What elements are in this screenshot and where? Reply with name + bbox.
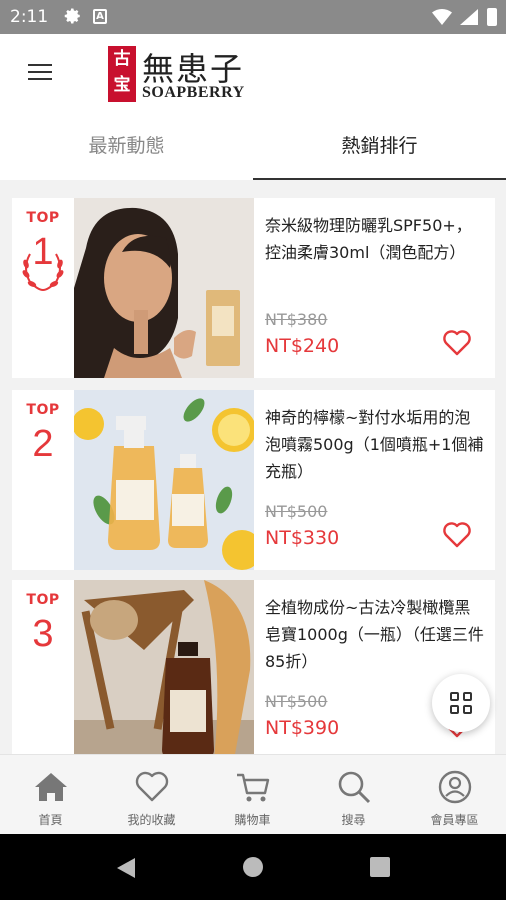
nav-member[interactable]: 會員專區 [404, 755, 505, 835]
gear-icon [64, 8, 80, 24]
product-ranking-list: TOP 1 奈米級物理防曬乳SPF50+，控油柔膚30ml（潤色配方） NT$3… [0, 180, 506, 754]
rank-badge: TOP 1 [12, 198, 74, 378]
menu-button[interactable] [28, 64, 52, 84]
product-title: 奈米級物理防曬乳SPF50+，控油柔膚30ml（潤色配方） [265, 216, 472, 262]
tab-bar: 最新動態 熱銷排行 [0, 120, 506, 180]
sale-price: NT$330 [265, 527, 340, 549]
favorite-heart-icon[interactable] [442, 520, 472, 550]
original-price: NT$500 [265, 502, 328, 521]
signal-icon [460, 9, 478, 25]
top-label: TOP [26, 210, 60, 226]
rank-badge: TOP 3 [12, 580, 74, 754]
tab-latest-news[interactable]: 最新動態 [0, 120, 253, 180]
hamburger-icon-bar [28, 71, 52, 73]
product-title: 神奇的檸檬~對付水垢用的泡泡噴霧500g（1個噴瓶+1個補充瓶） [265, 408, 484, 481]
status-bar: 2:11 A [0, 0, 506, 34]
sale-price: NT$390 [265, 717, 340, 739]
tab-best-sellers[interactable]: 熱銷排行 [253, 120, 506, 180]
recent-apps-icon[interactable] [370, 857, 390, 877]
laurel-wreath-icon [22, 253, 64, 291]
a-icon: A [93, 9, 107, 24]
top-label: TOP [26, 592, 60, 608]
original-price: NT$380 [265, 310, 328, 329]
logo-english-name: SOAPBERRY [142, 84, 245, 101]
product-image[interactable] [74, 390, 254, 570]
hamburger-icon [28, 64, 52, 66]
product-card[interactable]: TOP 3 全植物成份~古法冷製橄欖黑皂寶1000g（一瓶）（任選三件85折） … [12, 580, 495, 754]
battery-icon [487, 8, 497, 26]
logo-seal: 古宝 [108, 46, 136, 102]
back-icon[interactable] [115, 856, 137, 880]
rank-number: 3 [32, 613, 54, 655]
original-price: NT$500 [265, 692, 328, 711]
product-title: 全植物成份~古法冷製橄欖黑皂寶1000g（一瓶）（任選三件85折） [265, 598, 484, 671]
nav-label: 會員專區 [430, 813, 479, 827]
nav-home[interactable]: 首頁 [0, 755, 101, 835]
heart-icon [135, 771, 169, 802]
nav-search[interactable]: 搜尋 [303, 755, 404, 835]
cart-icon [237, 773, 270, 802]
top-label: TOP [26, 402, 60, 418]
product-image[interactable] [74, 198, 254, 378]
wifi-icon [432, 9, 452, 25]
product-image[interactable] [74, 580, 254, 754]
hamburger-icon-bar [28, 78, 52, 80]
bottom-navigation: 首頁 我的收藏 購物車 搜尋 會員專區 [0, 754, 506, 834]
nav-favorites[interactable]: 我的收藏 [101, 755, 202, 835]
product-card[interactable]: TOP 1 奈米級物理防曬乳SPF50+，控油柔膚30ml（潤色配方） NT$3… [12, 198, 495, 378]
nav-label: 首頁 [38, 813, 63, 827]
rank-number: 2 [32, 423, 54, 465]
category-grid-button[interactable] [432, 674, 490, 732]
user-icon [438, 770, 472, 804]
status-time: 2:11 [10, 7, 49, 27]
favorite-heart-icon[interactable] [442, 328, 472, 358]
nav-label: 購物車 [234, 813, 271, 827]
app-header: 古宝 無患子 SOAPBERRY [0, 34, 506, 120]
rank-badge: TOP 2 [12, 390, 74, 570]
nav-label: 我的收藏 [127, 813, 176, 827]
brand-logo[interactable]: 古宝 無患子 SOAPBERRY [108, 44, 273, 104]
nav-cart[interactable]: 購物車 [202, 755, 303, 835]
sale-price: NT$240 [265, 335, 340, 357]
product-card[interactable]: TOP 2 神奇的檸檬~對付水垢用的泡泡噴霧500g（1個噴瓶+1個補充瓶） N… [12, 390, 495, 570]
system-navigation-bar [0, 834, 506, 900]
home-icon [35, 773, 67, 801]
home-circle-icon[interactable] [242, 856, 264, 878]
nav-label: 搜尋 [341, 813, 366, 827]
search-icon [338, 771, 371, 804]
